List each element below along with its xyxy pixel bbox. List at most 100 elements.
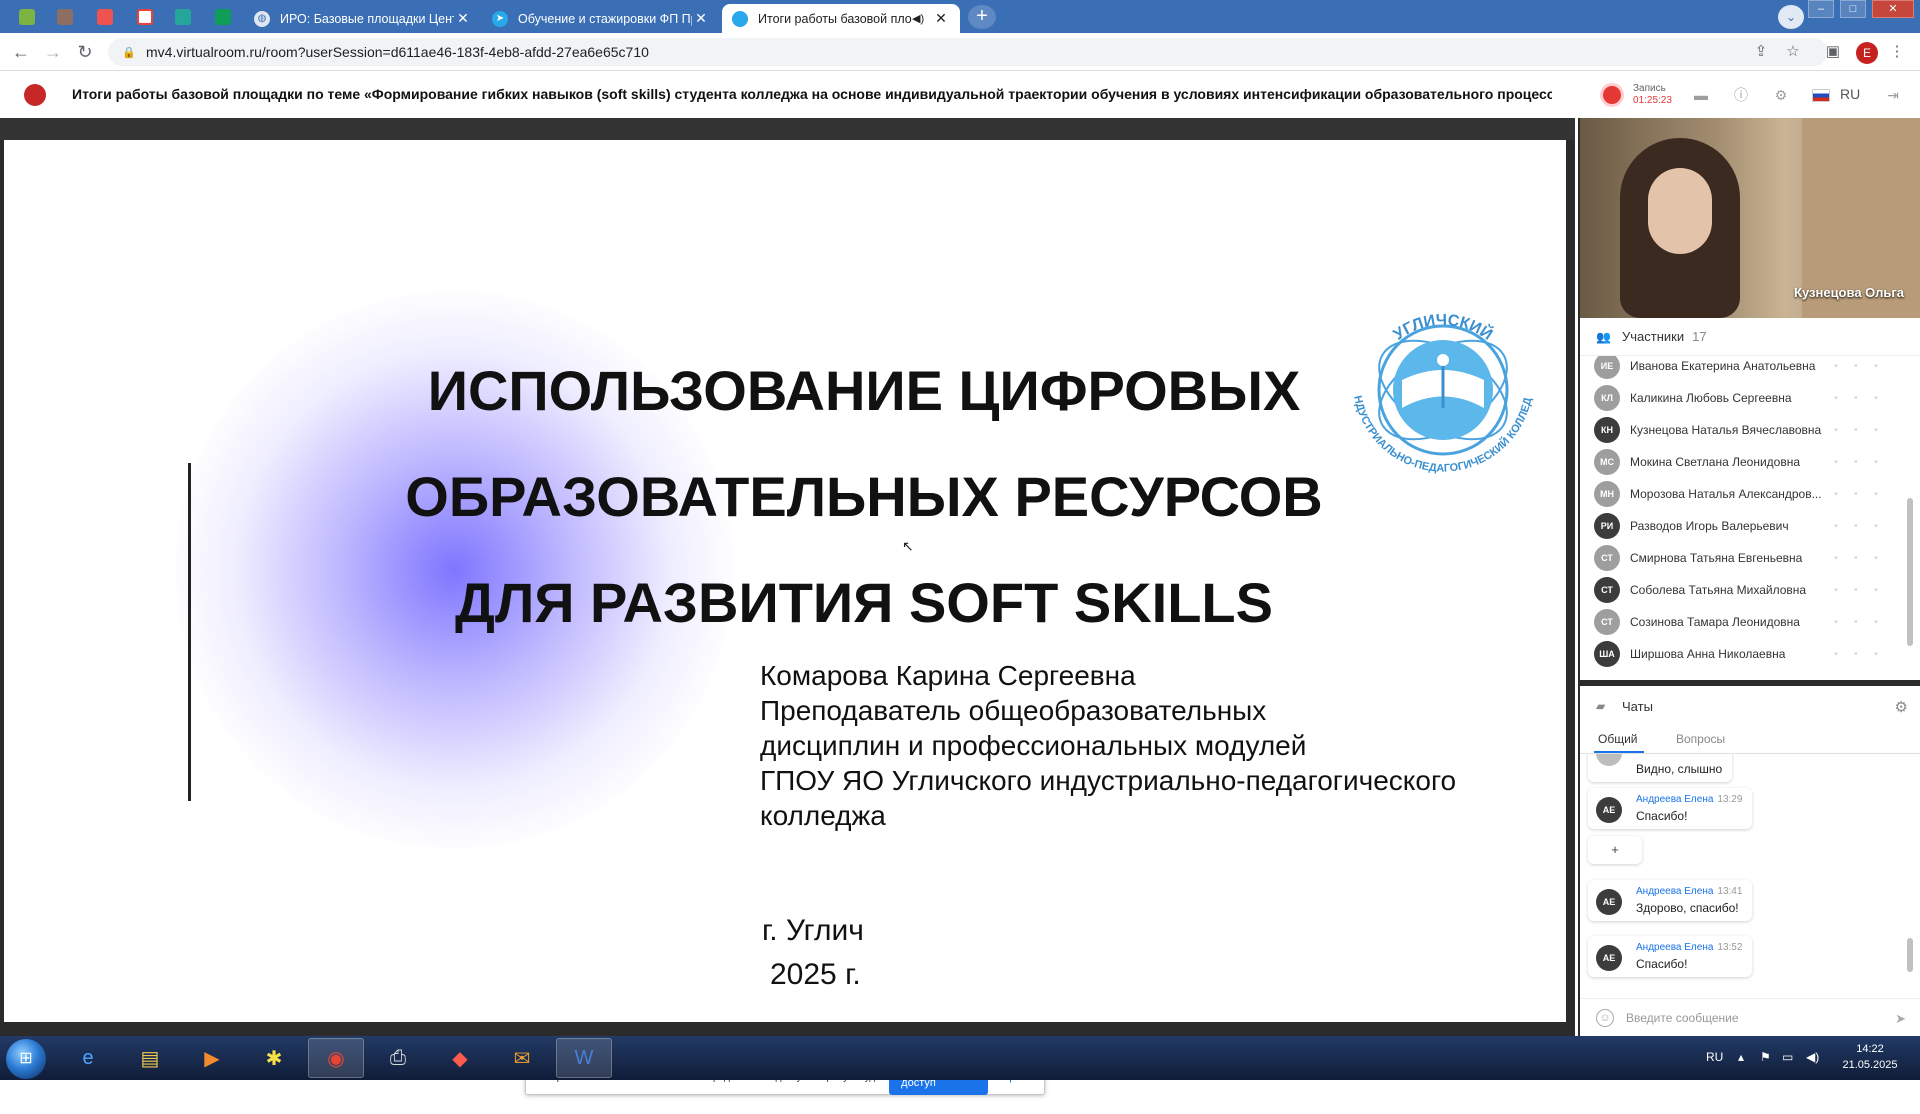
mic-icon[interactable]: ▪ xyxy=(1826,616,1846,628)
send-icon[interactable]: ➤ xyxy=(1895,1011,1906,1027)
language-switch[interactable]: RU xyxy=(1840,86,1860,102)
mic-icon[interactable]: ▪ xyxy=(1826,392,1846,404)
screen-icon[interactable]: ▪ xyxy=(1866,584,1886,596)
address-bar[interactable]: 🔒 mv4.virtualroom.ru/room?userSession=d6… xyxy=(108,38,1828,66)
back-icon[interactable]: ← xyxy=(8,40,34,64)
close-tab-icon[interactable]: ✕ xyxy=(692,10,710,27)
menu-kebab-icon[interactable]: ⋮ xyxy=(1886,42,1908,62)
screen-icon[interactable]: ▪ xyxy=(1866,392,1886,404)
participant-row[interactable]: МС Мокина Светлана Леонидовна ▪ ▪ ▪ xyxy=(1580,446,1900,478)
screen-icon[interactable]: ▪ xyxy=(1866,648,1886,660)
info-icon[interactable]: ⓘ xyxy=(1732,87,1750,103)
screen-icon[interactable]: ▪ xyxy=(1866,520,1886,532)
pinned-tab-3[interactable] xyxy=(88,4,122,30)
outlook-icon[interactable]: ✉ xyxy=(494,1038,550,1078)
scrollbar-thumb[interactable] xyxy=(1907,498,1913,646)
camera-icon[interactable]: ▪ xyxy=(1846,456,1866,468)
participant-row[interactable]: ША Ширшова Анна Николаевна ▪ ▪ ▪ xyxy=(1580,638,1900,670)
internet-explorer-icon[interactable]: e xyxy=(60,1038,116,1078)
pinned-tab-2[interactable] xyxy=(48,4,82,30)
screen-icon[interactable]: ▪ xyxy=(1866,616,1886,628)
pinned-tab-1[interactable] xyxy=(10,4,44,30)
mic-icon[interactable]: ▪ xyxy=(1826,456,1846,468)
printer-icon[interactable]: ⎙ xyxy=(370,1038,426,1078)
camera-icon[interactable]: ▪ xyxy=(1846,648,1866,660)
record-icon[interactable] xyxy=(1600,83,1624,107)
speaker-icon[interactable]: ◀) xyxy=(912,12,928,25)
media-player-icon[interactable]: ▶ xyxy=(184,1038,240,1078)
tray-expand-icon[interactable]: ▴ xyxy=(1738,1050,1744,1064)
tab-questions[interactable]: Вопросы xyxy=(1676,732,1725,746)
mic-icon[interactable]: ▪ xyxy=(1826,520,1846,532)
tab-virtualroom[interactable]: Итоги работы базовой пло ◀) ✕ xyxy=(722,4,960,33)
system-clock[interactable]: 14:22 21.05.2025 xyxy=(1830,1041,1910,1073)
new-tab-button[interactable]: + xyxy=(968,5,996,29)
mic-icon[interactable]: ▪ xyxy=(1826,424,1846,436)
lock-icon[interactable]: 🔒 xyxy=(122,46,136,59)
camera-icon[interactable]: ▪ xyxy=(1846,584,1866,596)
tab-iro[interactable]: ◍ ИРО: Базовые площадки Центр ✕ xyxy=(244,4,482,33)
screen-icon[interactable]: ▪ xyxy=(1866,360,1886,372)
side-panel-icon[interactable]: ▣ xyxy=(1822,42,1844,62)
mic-icon[interactable]: ▪ xyxy=(1826,488,1846,500)
tray-volume-icon[interactable]: ◀) xyxy=(1806,1050,1819,1064)
screen-icon[interactable]: ▪ xyxy=(1866,488,1886,500)
participant-row[interactable]: МН Морозова Наталья Александров... ▪ ▪ ▪ xyxy=(1580,478,1900,510)
pinned-tab-gmail[interactable] xyxy=(128,4,162,30)
screen-icon[interactable]: ▪ xyxy=(1866,424,1886,436)
reload-icon[interactable]: ↻ xyxy=(72,40,98,64)
folder-icon[interactable]: ▬ xyxy=(1692,87,1710,103)
chat-scrollbar[interactable] xyxy=(1906,758,1914,990)
bookmark-star-icon[interactable]: ☆ xyxy=(1782,42,1804,62)
add-reaction-button[interactable]: + xyxy=(1588,836,1642,864)
participant-row[interactable]: КН Кузнецова Наталья Вячеславовна ▪ ▪ ▪ xyxy=(1580,414,1900,446)
emoji-icon[interactable]: ☺ xyxy=(1596,1008,1614,1027)
close-tab-icon[interactable]: ✕ xyxy=(454,10,472,27)
russian-flag-icon[interactable] xyxy=(1812,89,1830,102)
share-icon[interactable]: ⇪ xyxy=(1750,42,1772,62)
profile-avatar[interactable]: E xyxy=(1856,42,1878,64)
participant-row[interactable]: ИЕ Иванова Екатерина Анатольевна ▪ ▪ ▪ xyxy=(1580,356,1900,382)
camera-icon[interactable]: ▪ xyxy=(1846,360,1866,372)
pinned-tab-5[interactable] xyxy=(166,4,200,30)
participant-row[interactable]: СТ Смирнова Татьяна Евгеньевна ▪ ▪ ▪ xyxy=(1580,542,1900,574)
exit-icon[interactable]: ⇥ xyxy=(1884,87,1902,103)
camera-icon[interactable]: ▪ xyxy=(1846,616,1866,628)
chat-input[interactable]: ☺ Введите сообщение ➤ xyxy=(1580,998,1920,1036)
chrome-icon[interactable]: ◉ xyxy=(308,1038,364,1078)
mic-icon[interactable]: ▪ xyxy=(1826,552,1846,564)
mic-icon[interactable]: ▪ xyxy=(1826,648,1846,660)
close-window-icon[interactable]: ✕ xyxy=(1872,0,1914,18)
start-button[interactable]: ⊞ xyxy=(6,1039,46,1079)
settings-icon[interactable]: ⚙ xyxy=(1772,87,1790,103)
tab-telegram[interactable]: ➤ Обучение и стажировки ФП Пр ✕ xyxy=(482,4,720,33)
participants-scrollbar[interactable] xyxy=(1906,358,1914,676)
file-explorer-icon[interactable]: ▤ xyxy=(122,1038,178,1078)
pinned-tab-sheets[interactable] xyxy=(206,4,240,30)
tray-network-icon[interactable]: ▭ xyxy=(1782,1050,1793,1064)
participant-row[interactable]: СТ Созинова Тамара Леонидовна ▪ ▪ ▪ xyxy=(1580,606,1900,638)
minimize-icon[interactable]: – xyxy=(1808,0,1834,18)
tray-language[interactable]: RU xyxy=(1706,1050,1723,1064)
camera-icon[interactable]: ▪ xyxy=(1846,392,1866,404)
word-icon[interactable]: W xyxy=(556,1038,612,1078)
anydesk-icon[interactable]: ◆ xyxy=(432,1038,488,1078)
screen-icon[interactable]: ▪ xyxy=(1866,552,1886,564)
forward-icon[interactable]: → xyxy=(40,40,66,64)
tab-search-icon[interactable]: ⌄ xyxy=(1778,5,1804,29)
screen-icon[interactable]: ▪ xyxy=(1866,456,1886,468)
camera-icon[interactable]: ▪ xyxy=(1846,488,1866,500)
app-icon[interactable]: ✱ xyxy=(246,1038,302,1078)
mic-icon[interactable]: ▪ xyxy=(1826,360,1846,372)
close-tab-icon[interactable]: ✕ xyxy=(932,10,950,27)
participant-row[interactable]: СТ Соболева Татьяна Михайловна ▪ ▪ ▪ xyxy=(1580,574,1900,606)
tray-flag-icon[interactable]: ⚑ xyxy=(1760,1050,1771,1064)
chat-settings-icon[interactable]: ⚙ xyxy=(1895,698,1908,716)
participant-row[interactable]: КЛ Каликина Любовь Сергеевна ▪ ▪ ▪ xyxy=(1580,382,1900,414)
chat-input-placeholder[interactable]: Введите сообщение xyxy=(1626,1011,1739,1025)
camera-icon[interactable]: ▪ xyxy=(1846,424,1866,436)
scrollbar-thumb[interactable] xyxy=(1907,938,1913,972)
camera-icon[interactable]: ▪ xyxy=(1846,520,1866,532)
maximize-icon[interactable]: □ xyxy=(1840,0,1866,18)
camera-icon[interactable]: ▪ xyxy=(1846,552,1866,564)
